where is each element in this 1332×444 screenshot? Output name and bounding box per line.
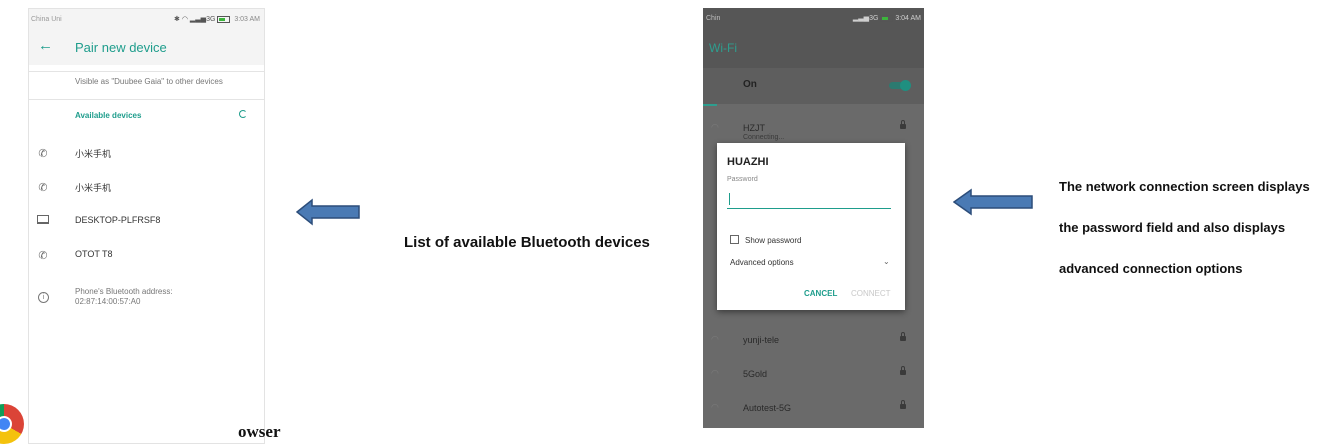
bluetooth-screen: China Uni ✱ ◠ ▂▃▅3G 3:03 AM ← Pair new d… <box>28 8 265 444</box>
scanning-spinner-icon <box>239 110 247 118</box>
left-arrow-icon <box>953 188 1033 216</box>
info-icon: i <box>38 292 49 303</box>
network-item[interactable]: ◠ HZJT Connecting... <box>703 114 924 144</box>
status-bar: Chin ▂▃▅3G 3:04 AM <box>703 8 924 28</box>
device-name: DESKTOP-PLFRSF8 <box>75 215 161 225</box>
progress-indicator <box>703 104 717 106</box>
wifi-toggle-row[interactable]: On <box>703 68 924 104</box>
wifi-toggle[interactable] <box>889 80 911 91</box>
status-icons: ✱ ◠ ▂▃▅3G 3:03 AM <box>174 15 260 23</box>
network-item[interactable]: ◠ yunji-tele <box>703 326 924 356</box>
network-type: 3G <box>869 15 879 22</box>
lock-icon <box>900 120 906 129</box>
network-name: Autotest-5G <box>743 403 792 413</box>
device-item[interactable]: ✆ 小米手机 <box>29 173 264 203</box>
left-arrow-icon <box>296 198 360 226</box>
chrome-icon <box>0 402 32 444</box>
clock: 3:03 AM <box>234 16 260 23</box>
dialog-title: HUAZHI <box>727 156 769 168</box>
lock-icon <box>900 366 906 375</box>
lock-icon <box>900 400 906 409</box>
password-dialog: HUAZHI Password Show password Advanced o… <box>717 143 905 310</box>
phone-icon: ✆ <box>38 250 48 262</box>
visibility-text: Visible as "Duubee Gaia" to other device… <box>75 77 223 86</box>
show-password-label[interactable]: Show password <box>745 236 801 245</box>
network-type: 3G <box>206 16 216 23</box>
laptop-icon <box>36 215 50 227</box>
phone-icon: ✆ <box>38 148 48 160</box>
advanced-options-toggle[interactable]: Advanced options <box>730 258 794 267</box>
carrier-label: China Uni <box>31 16 62 23</box>
toggle-label: On <box>743 79 757 90</box>
wifi-icon: ◠ <box>711 402 719 412</box>
page-title: Pair new device <box>75 40 167 55</box>
cell-signal-icon: ▂▃▅ <box>189 16 207 23</box>
wifi-signal-icon: ◠ <box>181 16 188 23</box>
battery-icon <box>217 15 231 23</box>
device-name: 小米手机 <box>75 183 112 193</box>
network-item[interactable]: ◠ 5Gold <box>703 360 924 390</box>
device-item[interactable]: ✆ OTOT T8 <box>29 241 264 271</box>
status-icons: ▂▃▅3G 3:04 AM <box>853 14 921 22</box>
wifi-caption: The network connection screen displays t… <box>1059 179 1310 276</box>
device-name: 小米手机 <box>75 149 112 159</box>
app-bar: Wi-Fi <box>703 28 924 68</box>
bluetooth-icon: ✱ <box>174 16 180 23</box>
show-password-checkbox[interactable] <box>730 235 739 244</box>
battery-icon <box>880 14 894 22</box>
connect-button[interactable]: CONNECT <box>851 289 891 298</box>
wifi-icon: ◠ <box>711 122 719 132</box>
phone-icon: ✆ <box>38 182 48 194</box>
network-status: Connecting... <box>743 134 785 141</box>
device-item[interactable]: DESKTOP-PLFRSF8 <box>29 207 264 237</box>
network-name: 5Gold <box>743 369 768 379</box>
bluetooth-caption: List of available Bluetooth devices <box>404 234 650 251</box>
browser-label-fragment: owser <box>238 422 281 441</box>
divider <box>29 99 264 100</box>
network-item[interactable]: ◠ Autotest-5G <box>703 394 924 424</box>
available-devices-header: Available devices <box>75 111 142 120</box>
status-bar: China Uni ✱ ◠ ▂▃▅3G 3:03 AM <box>29 9 264 29</box>
clock: 3:04 AM <box>895 15 921 22</box>
bluetooth-address-label: Phone's Bluetooth address: <box>75 287 173 296</box>
app-bar: ← Pair new device <box>29 29 264 65</box>
network-name: HZJT <box>743 123 765 133</box>
device-item[interactable]: ✆ 小米手机 <box>29 139 264 169</box>
lock-icon <box>900 332 906 341</box>
back-arrow-icon[interactable]: ← <box>38 37 53 54</box>
wifi-icon: ◠ <box>711 334 719 344</box>
network-name: yunji-tele <box>743 335 780 345</box>
divider <box>29 71 264 72</box>
text-cursor <box>729 193 730 205</box>
device-name: OTOT T8 <box>75 249 113 259</box>
password-input[interactable] <box>727 190 891 209</box>
password-label: Password <box>727 176 758 183</box>
cancel-button[interactable]: CANCEL <box>804 289 837 298</box>
cell-signal-icon: ▂▃▅ <box>852 15 870 22</box>
wifi-icon: ◠ <box>711 368 719 378</box>
chevron-down-icon[interactable]: ⌄ <box>883 257 890 266</box>
bluetooth-address-value: 02:87:14:00:57:A0 <box>75 297 141 306</box>
page-title: Wi-Fi <box>709 41 737 55</box>
carrier-label: Chin <box>706 15 721 22</box>
